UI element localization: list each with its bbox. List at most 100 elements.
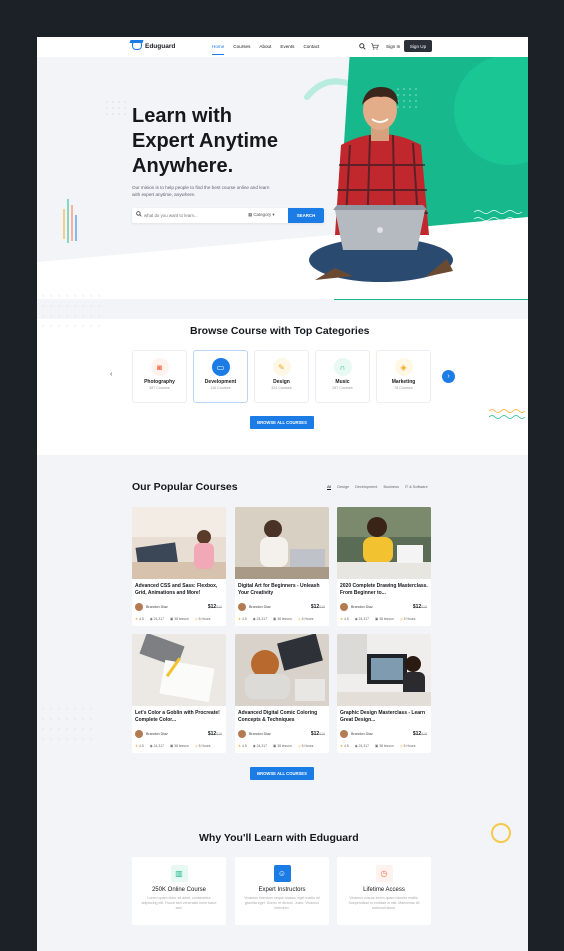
course-author: Brandon Diaz	[340, 730, 373, 738]
old-price: $18	[319, 605, 325, 609]
browse-all-courses-button[interactable]: BROWSE ALL COURSES	[250, 767, 314, 780]
author-name: Brandon Diaz	[146, 732, 168, 736]
hours-value: 5 Hours	[403, 617, 416, 621]
price: $12	[207, 604, 217, 610]
why-card-description: Vivamus cursus lorem quam lobortis matti…	[348, 896, 420, 910]
nav-item-about[interactable]: About	[259, 44, 271, 49]
chevron-down-icon: ▾	[271, 212, 275, 217]
students: ◉ 24,317	[150, 744, 164, 748]
category-count: 287 Courses	[332, 386, 353, 390]
book-icon: ▣	[273, 617, 277, 621]
category-dropdown[interactable]: ▦ Category ▾	[248, 212, 275, 218]
lessons: ▣ 38 lesson	[273, 744, 292, 748]
chevron-right-icon[interactable]: ›	[442, 370, 455, 383]
filter-tab-design[interactable]: Design	[337, 485, 349, 490]
camera-icon: ◙	[150, 358, 169, 376]
author-name: Brandon Diaz	[146, 605, 168, 609]
students-value: 24,317	[153, 617, 165, 621]
category-card-marketing[interactable]: ◈ Marketing 78 Courses	[376, 350, 431, 403]
duration: ◷ 5 Hours	[195, 744, 211, 748]
nav-item-events[interactable]: Events	[280, 44, 294, 49]
cart-icon[interactable]	[371, 43, 379, 50]
course-thumbnail	[132, 634, 226, 706]
book-icon: ▣	[375, 744, 379, 748]
price: $12	[310, 604, 320, 610]
headphones-icon: ∩	[333, 358, 352, 376]
course-card[interactable]: Graphic Design Masterclass - Learn Great…	[337, 634, 431, 753]
box-icon: ◈	[394, 358, 413, 376]
avatar	[340, 730, 348, 738]
category-card-development[interactable]: ▭ Development 116 Courses	[193, 350, 248, 403]
search-icon[interactable]	[359, 43, 366, 50]
nav-item-home[interactable]: Home	[212, 44, 225, 55]
author-name: Brandon Diaz	[351, 732, 373, 736]
rating: ★ 4.5	[135, 617, 144, 621]
old-price: $18	[421, 732, 427, 736]
filter-tab-it-software[interactable]: IT & Software	[405, 485, 428, 490]
filter-tab-all[interactable]: All	[327, 485, 332, 490]
category-card-music[interactable]: ∩ Music 287 Courses	[315, 350, 370, 403]
course-meta: ★ 4.5 ◉ 24,317 ▣ 38 lesson ◷ 5 Hours	[238, 617, 314, 621]
lessons-value: 38 lesson	[277, 744, 292, 748]
filter-tab-development[interactable]: Development	[355, 485, 377, 490]
why-card-title: Lifetime Access	[363, 887, 405, 893]
course-title[interactable]: Let's Color a Goblin with Procreate! Com…	[135, 710, 223, 724]
avatar	[238, 603, 246, 611]
book-icon: ▣	[273, 744, 277, 748]
course-title[interactable]: Advanced Digital Comic Coloring Concepts…	[238, 710, 326, 724]
author-name: Brandon Diaz	[249, 605, 271, 609]
why-card-title: 250K Online Course	[151, 887, 207, 893]
sign-up-button[interactable]: Sign Up	[404, 40, 432, 52]
nav-item-contact[interactable]: Contact	[303, 44, 319, 49]
clock-icon: ◷	[297, 744, 301, 748]
lessons: ▣ 38 lesson	[273, 617, 292, 621]
course-thumbnail	[337, 507, 431, 579]
rating-value: 4.5	[242, 744, 247, 748]
course-meta: ★ 4.5 ◉ 24,317 ▣ 38 lesson ◷ 5 Hours	[340, 617, 416, 621]
category-name: Design	[273, 379, 290, 385]
eye-icon: ◉	[252, 617, 256, 621]
course-title[interactable]: 2020 Complete Drawing Masterclass. From …	[340, 583, 428, 597]
course-author: Brandon Diaz	[135, 603, 168, 611]
course-price: $12$18	[208, 604, 222, 610]
course-card[interactable]: Digital Art for Beginners - Unleash Your…	[235, 507, 329, 626]
browse-all-courses-button[interactable]: BROWSE ALL COURSES	[250, 416, 314, 429]
lessons: ▣ 38 lesson	[375, 744, 394, 748]
lessons-value: 38 lesson	[174, 617, 189, 621]
clock-icon: ◷	[375, 865, 393, 882]
logo[interactable]: Eduguard	[132, 42, 175, 50]
eye-icon: ◉	[354, 617, 358, 621]
why-title: Why You'll Learn with Eduguard	[199, 832, 359, 844]
hero-student-image	[309, 87, 453, 282]
rating: ★ 4.5	[238, 744, 247, 748]
course-card[interactable]: Advanced CSS and Sass: Flexbox, Grid, An…	[132, 507, 226, 626]
search-icon	[136, 211, 142, 217]
course-price: $12$18	[413, 731, 427, 737]
why-card-lifetime-access: ◷ Lifetime Access Vivamus cursus lorem q…	[337, 857, 431, 925]
category-card-photography[interactable]: ◙ Photography 387 Courses	[132, 350, 187, 403]
chevron-left-icon[interactable]: ‹	[110, 371, 112, 378]
lessons-value: 38 lesson	[379, 744, 394, 748]
course-thumbnail	[132, 507, 226, 579]
course-title[interactable]: Digital Art for Beginners - Unleash Your…	[238, 583, 326, 597]
course-card[interactable]: Let's Color a Goblin with Procreate! Com…	[132, 634, 226, 753]
sign-in-link[interactable]: Sign In	[386, 44, 400, 49]
lessons-value: 38 lesson	[277, 617, 292, 621]
category-card-design[interactable]: ✎ Design 324 Courses	[254, 350, 309, 403]
avatar	[135, 730, 143, 738]
course-card[interactable]: 2020 Complete Drawing Masterclass. From …	[337, 507, 431, 626]
filter-tab-business[interactable]: Business	[383, 485, 398, 490]
hours-value: 5 Hours	[301, 617, 314, 621]
price: $12	[310, 731, 320, 737]
search-input[interactable]	[144, 211, 239, 220]
nav-item-courses[interactable]: Courses	[233, 44, 250, 49]
students: ◉ 24,317	[355, 744, 369, 748]
course-author: Brandon Diaz	[135, 730, 168, 738]
course-title[interactable]: Graphic Design Masterclass - Learn Great…	[340, 710, 428, 724]
rating: ★ 4.5	[135, 744, 144, 748]
lessons: ▣ 38 lesson	[170, 744, 189, 748]
green-circle-decoration	[454, 57, 528, 165]
course-title[interactable]: Advanced CSS and Sass: Flexbox, Grid, An…	[135, 583, 223, 597]
course-card[interactable]: Advanced Digital Comic Coloring Concepts…	[235, 634, 329, 753]
eye-icon: ◉	[252, 744, 256, 748]
